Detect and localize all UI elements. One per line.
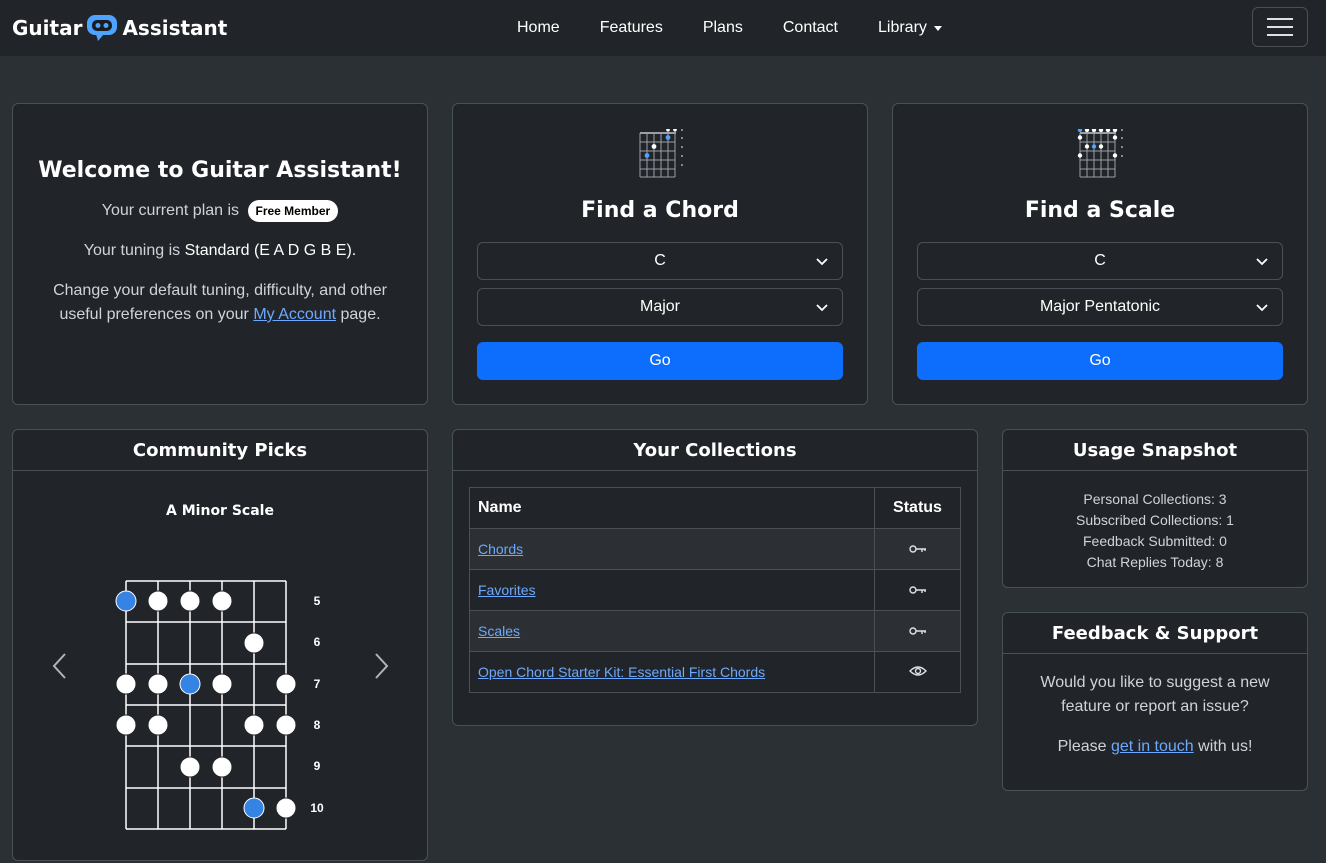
prefs-line2-prefix: useful preferences on your xyxy=(59,306,249,323)
feedback-line2: feature or report an issue? xyxy=(1061,698,1249,715)
column-header-status: Status xyxy=(874,487,961,529)
nav-contact[interactable]: Contact xyxy=(763,19,858,37)
prefs-line2-suffix: page. xyxy=(340,306,381,323)
nav-library-dropdown[interactable]: Library xyxy=(858,19,962,37)
pick-title: A Minor Scale xyxy=(166,503,274,519)
my-account-link[interactable]: My Account xyxy=(253,306,336,323)
welcome-card: Welcome to Guitar Assistant! Your curren… xyxy=(12,103,428,405)
feedback-support-card: Feedback & Support Would you like to sug… xyxy=(1002,612,1308,791)
collections-title: Your Collections xyxy=(453,430,977,471)
preferences-text: Change your default tuning, difficulty, … xyxy=(13,279,427,327)
key-icon xyxy=(908,586,926,594)
find-scale-go-button[interactable]: Go xyxy=(917,342,1283,380)
feedback-please: Please xyxy=(1057,738,1107,755)
chord-quality-select[interactable]: Major xyxy=(477,288,843,326)
nav-features[interactable]: Features xyxy=(580,19,683,37)
plan-prefix: Your current plan is xyxy=(101,202,240,219)
chevron-down-icon xyxy=(816,304,828,312)
stat-chat-replies: Chat Replies Today: 8 xyxy=(1086,554,1224,570)
scale-diagram-icon xyxy=(1077,127,1123,178)
feedback-line1: Would you like to suggest a new xyxy=(1040,674,1270,691)
usage-snapshot-card: Usage Snapshot Personal Collections: 3 S… xyxy=(1002,429,1308,588)
table-header-row: Name Status xyxy=(469,487,961,529)
welcome-title: Welcome to Guitar Assistant! xyxy=(38,158,402,183)
chord-diagram-icon xyxy=(639,128,683,178)
key-icon xyxy=(908,545,926,553)
fret-label-9: 9 xyxy=(314,759,321,773)
find-chord-title: Find a Chord xyxy=(581,198,739,223)
fret-label-5: 5 xyxy=(314,594,321,608)
plan-badge: Free Member xyxy=(247,200,339,222)
chord-root-select[interactable]: C xyxy=(477,242,843,280)
usage-title: Usage Snapshot xyxy=(1003,430,1307,471)
nav-library-label: Library xyxy=(878,19,927,36)
carousel-next-icon[interactable] xyxy=(374,652,390,680)
scale-type-select[interactable]: Major Pentatonic xyxy=(917,288,1283,326)
table-row: Favorites xyxy=(469,569,961,611)
fret-label-7: 7 xyxy=(314,677,321,691)
table-row: Open Chord Starter Kit: Essential First … xyxy=(469,651,961,693)
carousel-prev-icon[interactable] xyxy=(51,652,67,680)
collection-link-chords[interactable]: Chords xyxy=(478,541,523,557)
feedback-suffix: with us! xyxy=(1198,738,1253,755)
scale-root-select[interactable]: C xyxy=(917,242,1283,280)
chevron-down-icon xyxy=(816,258,828,266)
scale-type-value: Major Pentatonic xyxy=(1039,298,1161,315)
key-icon xyxy=(908,627,926,635)
prefs-line1: Change your default tuning, difficulty, … xyxy=(53,282,387,299)
collection-link-scales[interactable]: Scales xyxy=(478,623,520,639)
stat-subscribed-collections: Subscribed Collections: 1 xyxy=(1076,512,1234,528)
chevron-down-icon xyxy=(1256,304,1268,312)
usage-stats: Personal Collections: 3 Subscribed Colle… xyxy=(1003,489,1307,573)
feedback-title: Feedback & Support xyxy=(1003,613,1307,654)
tuning-line: Your tuning is Standard (E A D G B E). xyxy=(13,239,427,263)
fret-label-10: 10 xyxy=(310,801,324,815)
chevron-down-icon xyxy=(1256,258,1268,266)
navbar: Guitar Assistant Home Features Plans Con… xyxy=(0,0,1326,56)
chord-quality-value: Major xyxy=(639,298,680,315)
stat-personal-collections: Personal Collections: 3 xyxy=(1083,491,1227,507)
scale-fretboard-diagram: 5 6 7 8 9 10 xyxy=(115,580,324,830)
get-in-touch-link[interactable]: get in touch xyxy=(1111,738,1194,755)
feedback-contact-line: Please get in touch with us! xyxy=(1003,735,1307,759)
caret-down-icon xyxy=(933,25,942,31)
tuning-value: Standard (E A D G B E). xyxy=(184,242,357,259)
collection-link-open-chord-starter-kit[interactable]: Open Chord Starter Kit: Essential First … xyxy=(478,664,765,680)
collection-link-favorites[interactable]: Favorites xyxy=(478,582,536,598)
brand-text-left: Guitar xyxy=(12,16,83,40)
hamburger-menu-button[interactable] xyxy=(1252,7,1308,47)
chord-root-value: C xyxy=(654,252,666,269)
stat-feedback-submitted: Feedback Submitted: 0 xyxy=(1083,533,1227,549)
community-picks-card: Community Picks A Minor Scale 5 6 7 8 9 … xyxy=(12,429,428,861)
tuning-prefix: Your tuning is xyxy=(83,242,181,259)
nav-home[interactable]: Home xyxy=(497,19,580,37)
fret-label-8: 8 xyxy=(314,718,321,732)
find-scale-card: Find a Scale C Major Pentatonic Go xyxy=(892,103,1308,405)
eye-icon xyxy=(908,666,927,676)
table-row: Scales xyxy=(469,610,961,652)
fret-label-6: 6 xyxy=(314,635,321,649)
brand-logo[interactable]: Guitar Assistant xyxy=(12,13,227,43)
robot-chat-icon xyxy=(87,15,118,41)
plan-line: Your current plan is Free Member xyxy=(13,199,427,223)
collections-table: Name Status Chords Favorites Scales Open… xyxy=(469,487,961,693)
nav-links: Home Features Plans Contact Library xyxy=(497,0,962,56)
brand-text-right: Assistant xyxy=(122,16,228,40)
find-scale-title: Find a Scale xyxy=(1024,198,1176,223)
find-chord-card: Find a Chord C Major Go xyxy=(452,103,868,405)
find-chord-go-button[interactable]: Go xyxy=(477,342,843,380)
column-header-name: Name xyxy=(469,487,875,529)
scale-root-value: C xyxy=(1094,252,1106,269)
table-row: Chords xyxy=(469,528,961,570)
nav-plans[interactable]: Plans xyxy=(683,19,763,37)
community-picks-title: Community Picks xyxy=(13,430,427,471)
collections-card: Your Collections Name Status Chords Favo… xyxy=(452,429,978,726)
feedback-body: Would you like to suggest a new feature … xyxy=(1003,671,1307,759)
